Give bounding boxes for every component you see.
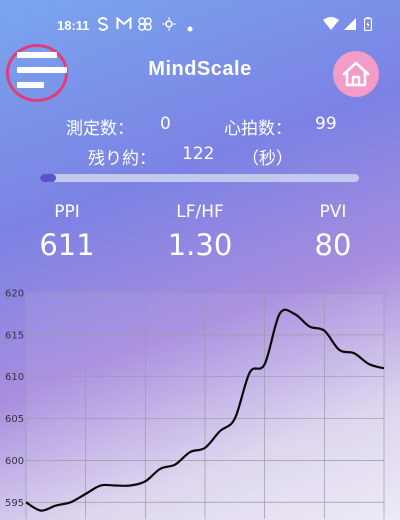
heart-rate-label: 心拍数： <box>224 119 292 139</box>
battery-icon <box>363 17 373 35</box>
count-stat: 測定数： <box>66 114 134 139</box>
wifi-icon <box>323 17 339 34</box>
metric-label-pvi: PVI <box>319 202 347 222</box>
progress-fill <box>40 174 56 182</box>
count-value: 0 <box>160 114 171 134</box>
ppi-line-chart: 595 600 605 610 615 620 <box>5 289 385 519</box>
metric-value-ppi: 611 <box>39 228 95 262</box>
brightness-icon <box>162 17 176 35</box>
progress-bar <box>40 174 359 182</box>
remaining-value: 122 <box>182 144 215 164</box>
gmail-icon <box>116 16 132 34</box>
status-bar: 18:11 <box>0 0 400 44</box>
y-tick-label: 620 <box>5 289 24 300</box>
remaining-label: 残り約： <box>88 149 156 169</box>
y-tick-label: 600 <box>5 456 24 467</box>
pinwheel-icon <box>138 17 152 35</box>
y-tick-label: 615 <box>5 330 24 341</box>
status-time: 18:11 <box>57 18 90 33</box>
home-icon <box>342 61 370 87</box>
y-tick-label: 605 <box>5 414 24 425</box>
metric-value-pvi: 80 <box>314 228 352 262</box>
heart-rate-value: 99 <box>315 114 337 134</box>
metric-label-ppi: PPI <box>54 202 80 222</box>
metric-value-lfhf: 1.30 <box>167 228 233 262</box>
remaining-unit: （秒） <box>242 149 293 169</box>
dot-icon <box>187 21 193 36</box>
count-label: 測定数： <box>66 119 134 139</box>
y-tick-label: 595 <box>5 498 24 509</box>
home-button[interactable] <box>333 51 379 97</box>
s-app-icon <box>97 17 109 35</box>
y-tick-label: 610 <box>5 372 24 383</box>
metric-label-lfhf: LF/HF <box>176 202 224 222</box>
signal-icon <box>343 17 357 35</box>
